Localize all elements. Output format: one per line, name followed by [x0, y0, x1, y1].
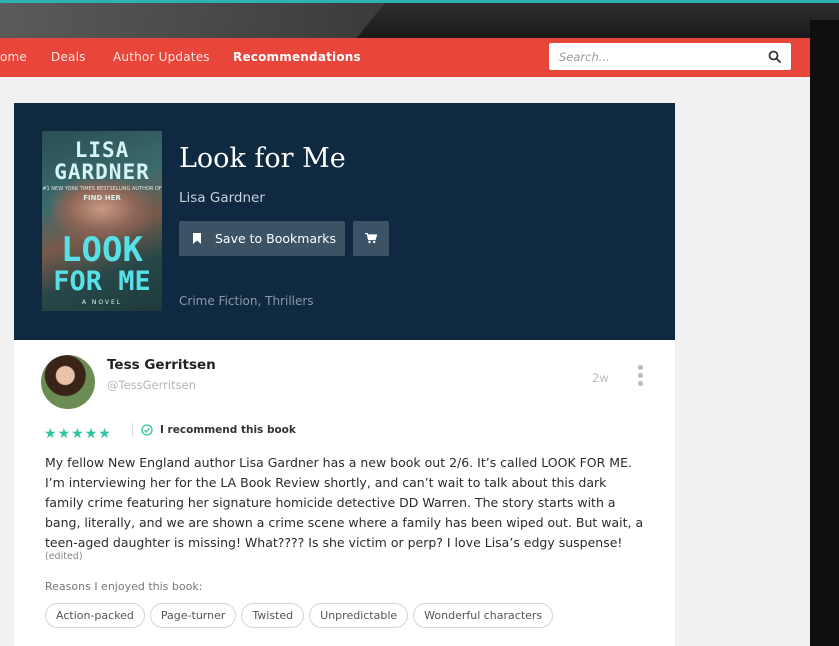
bookmark-icon [193, 233, 201, 244]
buy-button[interactable] [353, 221, 389, 256]
cover-novel-label: A NOVEL [81, 299, 123, 306]
cover-title-line1: LOOK [61, 230, 143, 270]
star-rating: ★★★★★ [44, 423, 112, 442]
cover-subtitle: FIND HER [83, 194, 121, 202]
search-box [549, 43, 791, 70]
device-bezel-right [810, 20, 839, 646]
top-navbar: ome Deals Author Updates Recommendations [0, 38, 810, 77]
star-icon: ★ [44, 426, 57, 442]
star-icon: ★ [57, 426, 71, 442]
nav-item-author-updates[interactable]: Author Updates [113, 50, 210, 64]
app-screen: ome Deals Author Updates Recommendations… [0, 38, 810, 646]
cover-tagline: #1 NEW YORK TIMES BESTSELLING AUTHOR OF [42, 186, 162, 192]
bezel-reflection [0, 3, 385, 41]
review-timestamp: 2w [592, 371, 609, 385]
check-circle-icon [141, 424, 153, 436]
book-hero: LISA GARDNER #1 NEW YORK TIMES BESTSELLI… [14, 103, 675, 340]
nav-item-recommendations[interactable]: Recommendations [233, 50, 361, 64]
nav-item-home[interactable]: ome [0, 50, 27, 64]
reason-tag[interactable]: Twisted [241, 603, 305, 628]
star-icon: ★ [71, 426, 84, 442]
star-icon: ★ [84, 426, 98, 442]
divider [132, 423, 133, 437]
book-title: Look for Me [179, 143, 346, 174]
book-genres: Crime Fiction, Thrillers [179, 294, 314, 308]
reviewer-name[interactable]: Tess Gerritsen [107, 357, 216, 373]
cover-title-line2: FOR ME [53, 266, 151, 297]
reason-tag[interactable]: Wonderful characters [413, 603, 554, 628]
search-input[interactable] [559, 48, 754, 65]
review-card: Tess Gerritsen @TessGerritsen 2w ★★★★★ I… [14, 340, 675, 646]
reason-tag[interactable]: Unpredictable [309, 603, 409, 628]
reasons-label: Reasons I enjoyed this book: [45, 580, 203, 593]
reason-tag[interactable]: Action-packed [45, 603, 145, 628]
avatar[interactable] [41, 355, 95, 409]
shopping-cart-icon [365, 233, 377, 244]
star-icon: ★ [98, 426, 111, 442]
save-to-bookmarks-label: Save to Bookmarks [215, 231, 337, 246]
nav-item-deals[interactable]: Deals [51, 50, 86, 64]
device-bezel-top [0, 0, 839, 41]
reason-tag[interactable]: Page-turner [149, 603, 237, 628]
book-author-link[interactable]: Lisa Gardner [179, 190, 265, 206]
cover-author-first: LISA [74, 138, 130, 162]
more-options-icon[interactable] [634, 365, 646, 389]
edited-label: (edited) [45, 551, 83, 562]
save-to-bookmarks-button[interactable]: Save to Bookmarks [179, 221, 345, 256]
recommend-label: I recommend this book [160, 424, 296, 436]
reason-tags: Action-packed Page-turner Twisted Unpred… [45, 603, 554, 628]
cover-author-last: GARDNER [54, 160, 150, 184]
book-cover[interactable]: LISA GARDNER #1 NEW YORK TIMES BESTSELLI… [42, 131, 162, 311]
search-icon[interactable] [768, 50, 781, 63]
review-text: My fellow New England author Lisa Gardne… [45, 455, 644, 550]
reviewer-handle: @TessGerritsen [107, 378, 196, 392]
